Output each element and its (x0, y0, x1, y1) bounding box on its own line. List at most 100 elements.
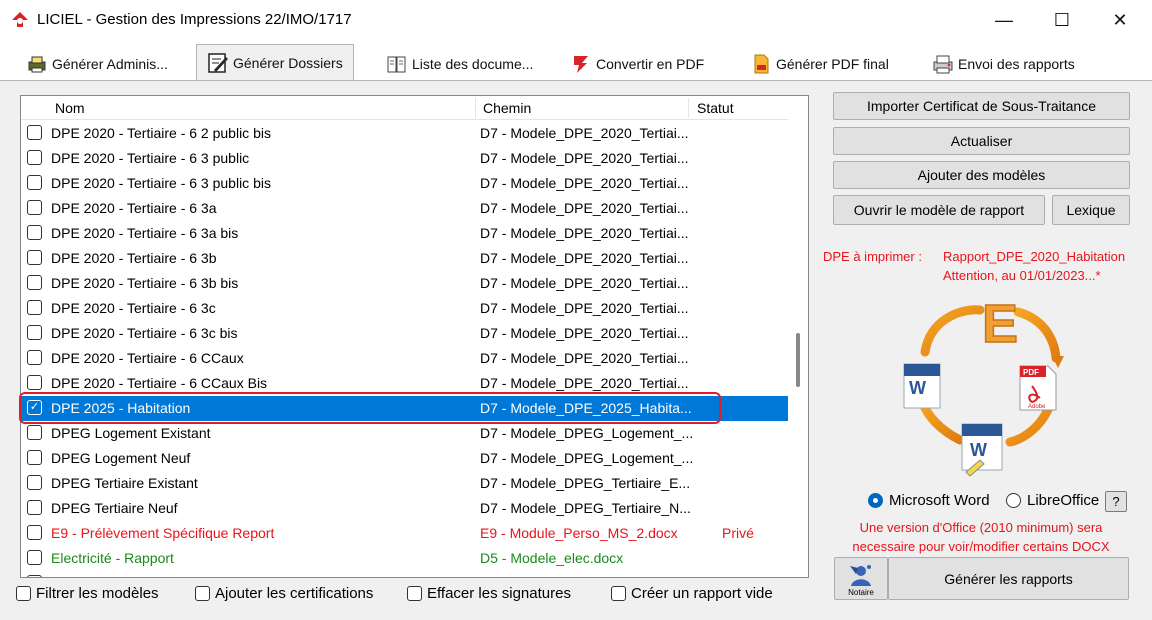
ouvrir-modele-button[interactable]: Ouvrir le modèle de rapport (833, 195, 1045, 225)
list-row[interactable]: DPE 2020 - Tertiaire - 6 3 public D7 - Mo… (21, 146, 788, 171)
checkbox-box[interactable] (195, 586, 210, 601)
row-nom: DPE 2020 - Tertiaire - 6 3b bis (51, 275, 239, 291)
list-row[interactable]: DPE 2020 - Tertiaire - 6 3a D7 - Modele_D… (21, 196, 788, 221)
libreoffice-radio[interactable]: LibreOffice (1006, 492, 1099, 509)
column-header-nom[interactable]: Nom (49, 96, 85, 120)
column-separator[interactable] (475, 98, 476, 118)
tab-label: Générer Dossiers (233, 55, 343, 71)
row-chemin: D5 - Modele_elec.docx (480, 550, 624, 566)
pdf-convert-icon (574, 56, 588, 73)
row-chemin: D7 - Modele_DPE_2020_Tertiai... (480, 300, 689, 316)
lexique-button[interactable]: Lexique (1052, 195, 1130, 225)
row-checkbox[interactable] (27, 325, 42, 340)
list-row[interactable]: DPE 2020 - Tertiaire - 6 3b bis D7 - Mode… (21, 271, 788, 296)
selected-row-highlight-outline (19, 392, 721, 424)
creer-rapport-vide-checkbox[interactable]: Créer un rapport vide (611, 585, 773, 602)
row-checkbox[interactable] (27, 275, 42, 290)
list-row[interactable]: DPE 2020 - Tertiaire - 6 3c bis D7 - Mode… (21, 321, 788, 346)
list-row[interactable]: DPEG Tertiaire Neuf D7 - Modele_DPEG_Tert… (21, 496, 788, 521)
send-printer-icon (933, 55, 953, 74)
list-row[interactable]: DPE 2020 - Tertiaire - 6 2 public bis D7 … (21, 121, 788, 146)
tab-label: Générer PDF final (776, 56, 889, 72)
list-row[interactable]: DPEG Logement Neuf D7 - Modele_DPEG_Logem… (21, 446, 788, 471)
checkbox-box[interactable] (407, 586, 422, 601)
row-checkbox[interactable] (27, 250, 42, 265)
list-row[interactable]: DPE 2020 - Tertiaire - 6 3a bis D7 - Mode… (21, 221, 788, 246)
help-button[interactable]: ? (1105, 491, 1127, 512)
row-chemin: D7 - Modele_DPE_2020_Tertiai... (480, 375, 689, 391)
tab-generer-pdf-final[interactable]: Générer PDF final (742, 48, 897, 80)
row-checkbox[interactable] (27, 500, 42, 515)
notaire-button[interactable]: Notaire (834, 557, 888, 600)
close-icon: ✕ (1112, 9, 1128, 30)
radio-button[interactable] (1006, 493, 1021, 508)
checkbox-box[interactable] (611, 586, 626, 601)
models-list[interactable]: Nom Chemin Statut DPE 2020 - Tertiaire -… (20, 95, 809, 578)
row-checkbox[interactable] (27, 150, 42, 165)
row-chemin: D7 - Modele_DPEG_Tertiaire_N... (480, 500, 691, 516)
svg-text:PDF: PDF (1023, 368, 1039, 377)
column-separator[interactable] (688, 98, 689, 118)
effacer-signatures-checkbox[interactable]: Effacer les signatures (407, 585, 571, 602)
list-row[interactable]: DPEG Logement Existant D7 - Modele_DPEG_L… (21, 421, 788, 446)
list-row[interactable]: Electricité - Rapport D5 - Modele_elec.do… (21, 546, 788, 571)
row-chemin: D7 - Modele_DPE_2020_Tertiai... (480, 225, 689, 241)
radio-label: LibreOffice (1027, 492, 1100, 509)
checkbox-label: Filtrer les modèles (36, 585, 159, 602)
scrollbar-thumb[interactable] (796, 333, 800, 387)
maximize-button[interactable]: ☐ (1034, 0, 1090, 40)
row-checkbox[interactable] (27, 350, 42, 365)
close-button[interactable]: ✕ (1092, 0, 1148, 40)
tab-envoi-rapports[interactable]: Envoi des rapports (924, 48, 1083, 80)
tab-generer-dossiers[interactable]: Générer Dossiers (196, 44, 354, 81)
row-checkbox[interactable] (27, 375, 42, 390)
row-checkbox[interactable] (27, 575, 42, 577)
column-header-statut[interactable]: Statut (691, 96, 734, 120)
tab-generer-administratif[interactable]: Générer Adminis... (18, 48, 176, 80)
microsoft-word-radio[interactable]: Microsoft Word (868, 492, 990, 509)
svg-text:W: W (909, 378, 926, 398)
list-header: Nom Chemin Statut (21, 96, 788, 120)
actualiser-button[interactable]: Actualiser (833, 127, 1130, 155)
row-checkbox[interactable] (27, 300, 42, 315)
row-checkbox[interactable] (27, 125, 42, 140)
list-row[interactable]: E9 - Prélèvement Spécifique Report E9 - M… (21, 521, 788, 546)
row-nom: DPE 2020 - Tertiaire - 6 3c bis (51, 325, 238, 341)
filtrer-modeles-checkbox[interactable]: Filtrer les modèles (16, 585, 159, 602)
dpe-a-imprimer-label: DPE à imprimer : (823, 249, 922, 264)
column-header-chemin[interactable]: Chemin (477, 96, 531, 120)
checkbox-box[interactable] (16, 586, 31, 601)
row-checkbox[interactable] (27, 450, 42, 465)
ajouter-modeles-button[interactable]: Ajouter des modèles (833, 161, 1130, 189)
radio-button[interactable] (868, 493, 883, 508)
row-chemin: D7 - Modele_DPE_2020_Tertiai... (480, 200, 689, 216)
row-chemin: D7 - Modele_DPE_2020_Tertiai... (480, 125, 689, 141)
list-row[interactable]: DPE 2020 - Tertiaire - 6 CCaux D7 - Model… (21, 346, 788, 371)
row-checkbox[interactable] (27, 225, 42, 240)
row-chemin: D7 - Modele_DPE_2020_Tertiai... (480, 175, 689, 191)
row-checkbox[interactable] (27, 425, 42, 440)
row-checkbox[interactable] (27, 175, 42, 190)
importer-certificat-button[interactable]: Importer Certificat de Sous-Traitance (833, 92, 1130, 120)
tab-convertir-pdf[interactable]: Convertir en PDF (562, 48, 712, 80)
printer-icon (28, 56, 46, 73)
row-checkbox[interactable] (27, 475, 42, 490)
list-row[interactable]: DPE 2020 - Tertiaire - 6 3c D7 - Modele_D… (21, 296, 788, 321)
list-row[interactable]: DPE 2020 - Tertiaire - 6 3 public bis D7 … (21, 171, 788, 196)
row-checkbox[interactable] (27, 525, 42, 540)
row-chemin: D7 - Modele_DPEG_Logement_... (480, 450, 694, 466)
word-document-left: W (903, 363, 941, 409)
list-row[interactable]: DPE 2020 - Tertiaire - 6 3b D7 - Modele_D… (21, 246, 788, 271)
row-checkbox[interactable] (27, 200, 42, 215)
list-row[interactable]: Electricité - Rapport 2017 D5 - Modele_el… (21, 571, 788, 577)
row-chemin: D7 - Modele_DPEG_Logement_... (480, 425, 694, 441)
tab-liste-documents[interactable]: Liste des docume... (378, 48, 541, 80)
generer-rapports-button[interactable]: Générer les rapports (888, 557, 1129, 600)
row-nom: DPE 2020 - Tertiaire - 6 3b (51, 250, 217, 266)
row-checkbox[interactable] (27, 550, 42, 565)
radio-label: Microsoft Word (889, 492, 990, 509)
list-row[interactable]: DPEG Tertiaire Existant D7 - Modele_DPEG_… (21, 471, 788, 496)
minimize-button[interactable]: — (976, 0, 1032, 40)
ajouter-certifications-checkbox[interactable]: Ajouter les certifications (195, 585, 373, 602)
list-scrollbar[interactable] (788, 96, 808, 577)
